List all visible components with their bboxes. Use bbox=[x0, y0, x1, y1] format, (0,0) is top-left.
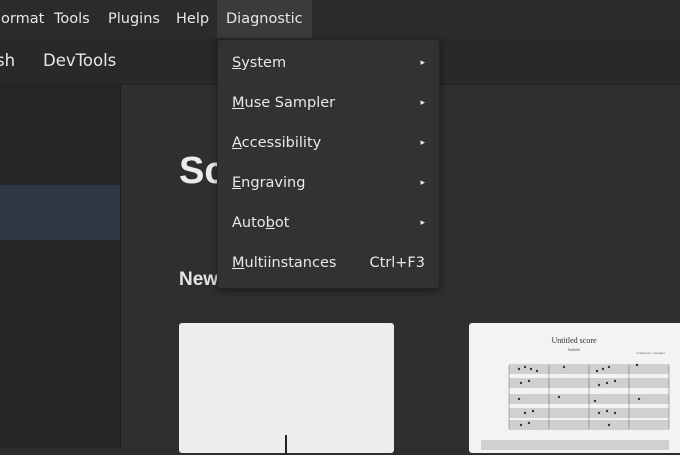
chevron-right-icon: ▸ bbox=[420, 178, 425, 188]
chevron-right-icon: ▸ bbox=[420, 138, 425, 148]
sidebar bbox=[0, 85, 121, 448]
menu-item-label: System bbox=[232, 55, 287, 71]
thumb-title: Untitled score bbox=[551, 336, 597, 345]
chevron-right-icon: ▸ bbox=[420, 98, 425, 108]
menu-item-system[interactable]: System ▸ bbox=[218, 43, 439, 83]
thumb-subtitle: Subtitle bbox=[568, 347, 581, 352]
sidebar-item-selected[interactable] bbox=[0, 185, 120, 240]
section-new-label: New bbox=[179, 269, 219, 290]
score-thumbnail-card[interactable]: Untitled score Subtitle Composer / arran… bbox=[469, 323, 680, 453]
menu-item-engraving[interactable]: Engraving ▸ bbox=[218, 163, 439, 203]
tab-publish[interactable]: sh bbox=[0, 38, 15, 84]
new-score-card[interactable] bbox=[179, 323, 394, 455]
menu-plugins[interactable]: Plugins bbox=[99, 0, 169, 38]
menu-item-muse-sampler[interactable]: Muse Sampler ▸ bbox=[218, 83, 439, 123]
chevron-right-icon: ▸ bbox=[420, 58, 425, 68]
menu-bar: ormat Tools Plugins Help Diagnostic bbox=[0, 0, 680, 38]
menu-item-accessibility[interactable]: Accessibility ▸ bbox=[218, 123, 439, 163]
plus-icon bbox=[285, 435, 287, 455]
tab-devtools[interactable]: DevTools bbox=[43, 38, 116, 84]
menu-item-multiinstances[interactable]: Multiinstances Ctrl+F3 bbox=[218, 243, 439, 283]
menu-item-label: Multiinstances bbox=[232, 255, 337, 271]
menu-item-label: Accessibility bbox=[232, 135, 322, 151]
score-thumbnail-image: Untitled score Subtitle Composer / arran… bbox=[481, 336, 670, 450]
menu-item-label: Muse Sampler bbox=[232, 95, 336, 111]
chevron-right-icon: ▸ bbox=[420, 218, 425, 228]
staff-lines bbox=[481, 364, 670, 450]
menu-tools[interactable]: Tools bbox=[45, 0, 99, 38]
menu-diagnostic[interactable]: Diagnostic bbox=[217, 0, 312, 38]
menu-item-label: Autobot bbox=[232, 215, 290, 231]
thumb-composer: Composer / arranger bbox=[636, 351, 666, 355]
diagnostic-dropdown: System ▸ Muse Sampler ▸ Accessibility ▸ … bbox=[217, 39, 440, 289]
shortcut-label: Ctrl+F3 bbox=[369, 255, 425, 271]
menu-item-autobot[interactable]: Autobot ▸ bbox=[218, 203, 439, 243]
menu-help[interactable]: Help bbox=[167, 0, 218, 38]
menu-item-label: Engraving bbox=[232, 175, 306, 191]
